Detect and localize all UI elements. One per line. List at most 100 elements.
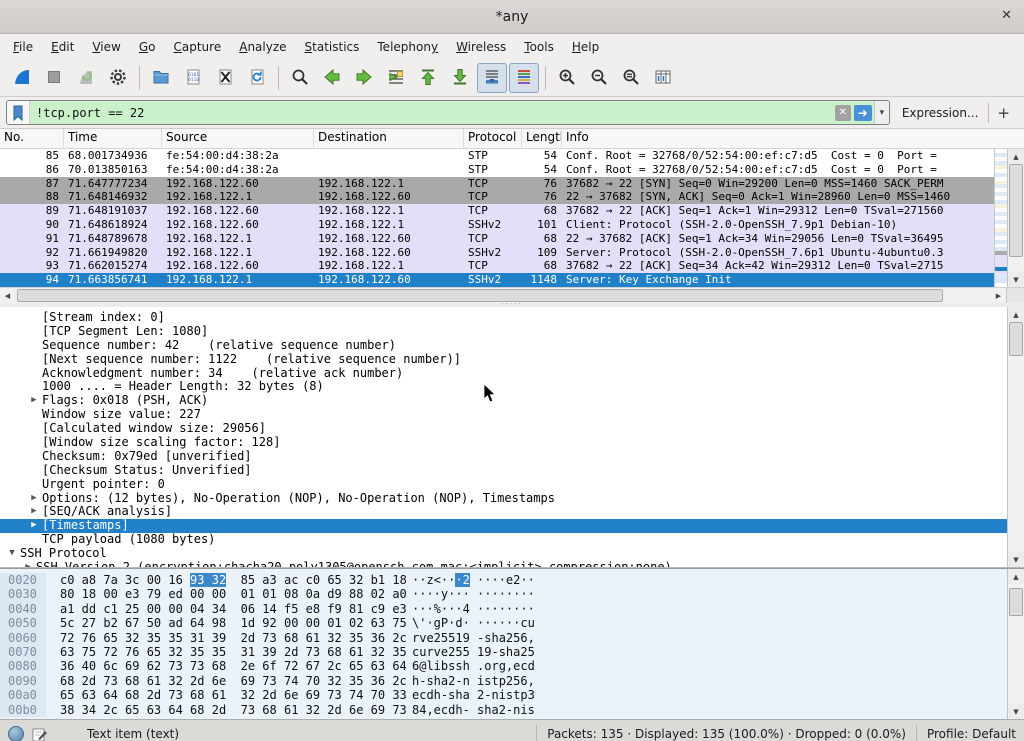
status-profile[interactable]: Profile: Default xyxy=(927,727,1016,741)
menu-go[interactable]: Go xyxy=(130,37,165,57)
apply-filter-button[interactable]: ➜ xyxy=(854,105,872,121)
colorize-button[interactable] xyxy=(509,63,539,93)
menu-statistics[interactable]: Statistics xyxy=(296,37,369,57)
clear-filter-button[interactable]: ✕ xyxy=(835,105,851,121)
detail-item[interactable]: Acknowledgment number: 34 (relative ack … xyxy=(0,367,1007,381)
bytes-scrollbar[interactable]: ▲ ▼ xyxy=(1007,569,1024,719)
detail-item[interactable]: Sequence number: 42 (relative sequence n… xyxy=(0,339,1007,353)
filter-history-dropdown[interactable]: ▾ xyxy=(874,101,889,124)
column-header-time[interactable]: Time xyxy=(64,129,162,148)
expand-icon[interactable]: ▶ xyxy=(26,492,42,506)
detail-item[interactable]: TCP payload (1080 bytes) xyxy=(0,533,1007,547)
menu-analyze[interactable]: Analyze xyxy=(230,37,295,57)
expert-info-icon[interactable] xyxy=(8,726,24,741)
column-header-info[interactable]: Info xyxy=(562,129,1024,148)
scroll-down-icon[interactable]: ▼ xyxy=(1008,272,1024,287)
start-capture-button[interactable] xyxy=(7,63,37,93)
zoom-out-button[interactable] xyxy=(584,63,614,93)
detail-item[interactable]: Checksum: 0x79ed [unverified] xyxy=(0,450,1007,464)
capture-options-button[interactable] xyxy=(103,63,133,93)
menu-telephony[interactable]: Telephony xyxy=(368,37,447,57)
auto-scroll-button[interactable] xyxy=(477,63,507,93)
detail-item[interactable]: ▼SSH Protocol xyxy=(0,547,1007,561)
hex-row[interactable]: 00505c 27 b2 67 50 ad 64 98 1d 92 00 00 … xyxy=(0,616,1007,630)
scroll-right-icon[interactable]: ▶ xyxy=(991,288,1006,303)
column-header-src[interactable]: Source xyxy=(162,129,314,148)
add-filter-button[interactable]: + xyxy=(997,104,1010,122)
expand-icon[interactable]: ▶ xyxy=(26,394,42,408)
scroll-up-icon[interactable]: ▲ xyxy=(1008,569,1024,584)
menu-tools[interactable]: Tools xyxy=(515,37,563,57)
reload-file-button[interactable] xyxy=(242,63,272,93)
scroll-left-icon[interactable]: ◀ xyxy=(0,288,15,303)
packet-row[interactable]: 9071.648618924192.168.122.60192.168.122.… xyxy=(0,218,994,232)
go-last-button[interactable] xyxy=(445,63,475,93)
go-forward-button[interactable] xyxy=(349,63,379,93)
packet-row[interactable]: 8568.001734936fe:54:00:d4:38:2aSTP54Conf… xyxy=(0,149,994,163)
packet-list-hscrollbar[interactable]: ◀ ▶ xyxy=(0,287,1024,303)
stop-capture-button[interactable] xyxy=(39,63,69,93)
hscrollbar-thumb[interactable] xyxy=(17,289,943,302)
hex-row[interactable]: 009068 2d 73 68 61 32 2d 6e 69 73 74 70 … xyxy=(0,674,1007,688)
scrollbar-thumb[interactable] xyxy=(1009,322,1023,356)
packet-row[interactable]: 8871.648146932192.168.122.1192.168.122.6… xyxy=(0,190,994,204)
expression-button[interactable]: Expression... xyxy=(902,106,979,120)
detail-item[interactable]: [TCP Segment Len: 1080] xyxy=(0,325,1007,339)
detail-item[interactable]: ▶[Timestamps] xyxy=(0,519,1007,533)
detail-item[interactable]: 1000 .... = Header Length: 32 bytes (8) xyxy=(0,380,1007,394)
scrollbar-thumb[interactable] xyxy=(1009,164,1023,257)
hex-row[interactable]: 006072 76 65 32 35 35 31 39 2d 73 68 61 … xyxy=(0,631,1007,645)
detail-item[interactable]: [Checksum Status: Unverified] xyxy=(0,464,1007,478)
save-file-button[interactable]: 01010110 xyxy=(178,63,208,93)
filter-text[interactable]: !tcp.port == 22 xyxy=(30,106,835,120)
menu-capture[interactable]: Capture xyxy=(164,37,230,57)
restart-capture-button[interactable] xyxy=(71,63,101,93)
detail-item[interactable]: ▶[SEQ/ACK analysis] xyxy=(0,505,1007,519)
packet-row[interactable]: 9371.662015274192.168.122.60192.168.122.… xyxy=(0,259,994,273)
scroll-down-icon[interactable]: ▼ xyxy=(1008,704,1024,719)
details-scrollbar[interactable]: ▲ ▼ xyxy=(1007,307,1024,567)
detail-item[interactable]: [Window size scaling factor: 128] xyxy=(0,436,1007,450)
packet-row[interactable]: 8771.647777234192.168.122.60192.168.122.… xyxy=(0,177,994,191)
detail-item[interactable]: [Next sequence number: 1122 (relative se… xyxy=(0,353,1007,367)
zoom-in-button[interactable] xyxy=(552,63,582,93)
hex-row[interactable]: 003080 18 00 e3 79 ed 00 00 01 01 08 0a … xyxy=(0,587,1007,601)
detail-item[interactable]: [Calculated window size: 29056] xyxy=(0,422,1007,436)
go-to-packet-button[interactable] xyxy=(381,63,411,93)
close-button[interactable]: ✕ xyxy=(1001,8,1012,23)
filter-bookmark-icon[interactable] xyxy=(7,101,30,124)
collapse-icon[interactable]: ▼ xyxy=(4,547,20,561)
find-packet-button[interactable] xyxy=(285,63,315,93)
hex-row[interactable]: 00b038 34 2c 65 63 64 68 2d 73 68 61 32 … xyxy=(0,703,1007,717)
hex-row[interactable]: 007063 75 72 76 65 32 35 35 31 39 2d 73 … xyxy=(0,645,1007,659)
open-file-button[interactable] xyxy=(146,63,176,93)
packet-row[interactable]: 8971.648191037192.168.122.60192.168.122.… xyxy=(0,204,994,218)
hex-row[interactable]: 00a065 63 64 68 2d 73 68 61 32 2d 6e 69 … xyxy=(0,688,1007,702)
go-first-button[interactable] xyxy=(413,63,443,93)
detail-item[interactable]: Urgent pointer: 0 xyxy=(0,478,1007,492)
detail-item[interactable]: ▶Flags: 0x018 (PSH, ACK) xyxy=(0,394,1007,408)
scroll-up-icon[interactable]: ▲ xyxy=(1008,307,1024,322)
packet-row[interactable]: 8670.013850163fe:54:00:d4:38:2aSTP54Conf… xyxy=(0,163,994,177)
packet-row[interactable]: 9471.663856741192.168.122.1192.168.122.6… xyxy=(0,273,994,287)
display-filter-input[interactable]: !tcp.port == 22 ✕ ➜ ▾ xyxy=(6,100,890,125)
column-header-proto[interactable]: Protocol xyxy=(464,129,522,148)
go-back-button[interactable] xyxy=(317,63,347,93)
capture-comment-icon[interactable] xyxy=(32,727,47,741)
resize-columns-button[interactable] xyxy=(648,63,678,93)
expand-icon[interactable]: ▶ xyxy=(26,505,42,519)
packet-list-scrollbar[interactable]: ▲ ▼ xyxy=(1007,149,1024,287)
menu-view[interactable]: View xyxy=(83,37,129,57)
scrollbar-thumb[interactable] xyxy=(1009,588,1023,616)
column-header-no[interactable]: No. xyxy=(0,129,64,148)
zoom-original-button[interactable] xyxy=(616,63,646,93)
menu-edit[interactable]: Edit xyxy=(42,37,83,57)
titlebar[interactable]: *any ✕ xyxy=(0,0,1024,34)
menu-wireless[interactable]: Wireless xyxy=(447,37,515,57)
expand-icon[interactable]: ▶ xyxy=(20,561,36,567)
packet-row[interactable]: 9271.661949820192.168.122.1192.168.122.6… xyxy=(0,246,994,260)
close-file-button[interactable] xyxy=(210,63,240,93)
hex-row[interactable]: 0020c0 a8 7a 3c 00 16 93 32 85 a3 ac c0 … xyxy=(0,573,1007,587)
detail-item[interactable]: [Stream index: 0] xyxy=(0,311,1007,325)
detail-item[interactable]: ▶Options: (12 bytes), No-Operation (NOP)… xyxy=(0,492,1007,506)
